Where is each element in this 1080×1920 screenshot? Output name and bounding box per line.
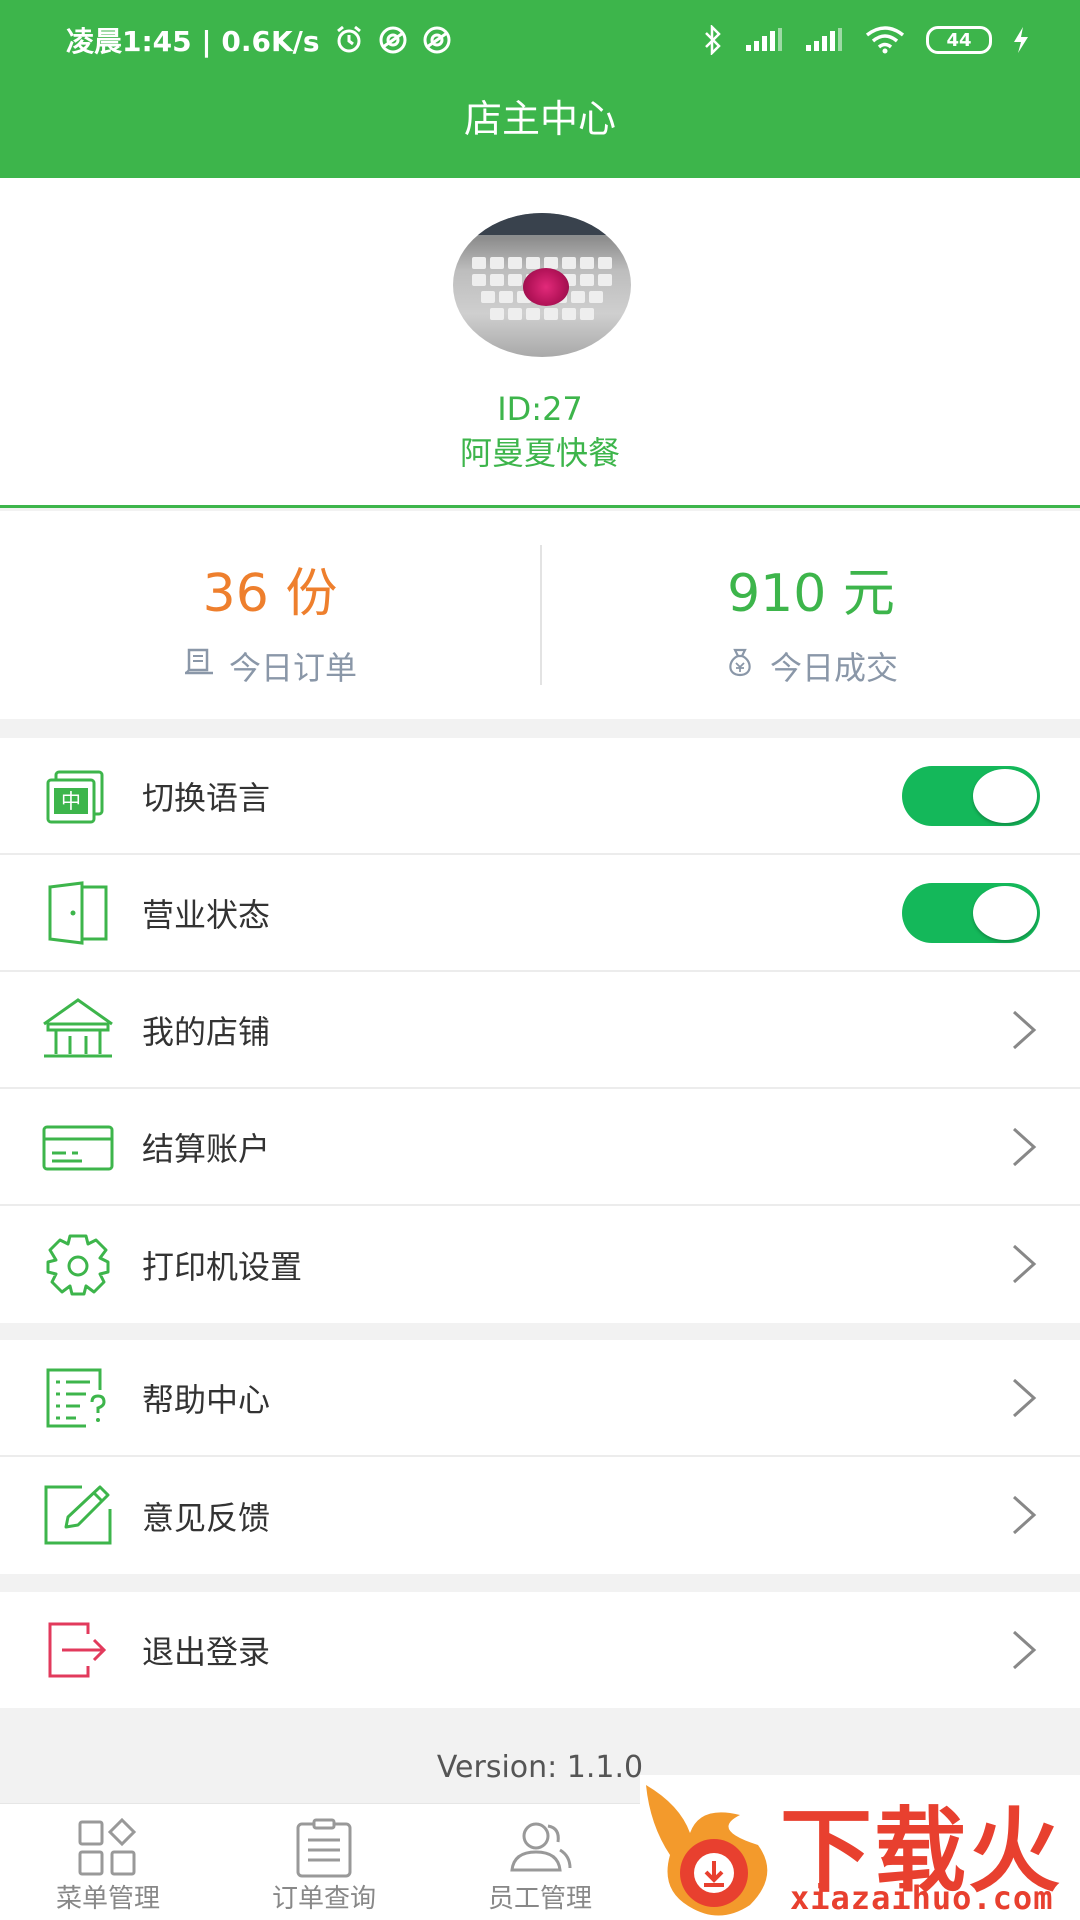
row-label-feedback: 意见反馈 <box>142 1498 271 1537</box>
language-toggle[interactable] <box>902 766 1040 826</box>
chevron-right-icon <box>1008 1630 1038 1670</box>
row-label-my-store: 我的店铺 <box>142 1012 271 1051</box>
row-label-logout: 退出登录 <box>142 1633 271 1671</box>
chevron-right-icon <box>1008 1378 1038 1418</box>
row-feedback[interactable]: 意见反馈 <box>0 1457 1080 1574</box>
tab-staff-management[interactable]: 员工管理 <box>432 1804 648 1920</box>
business-status-toggle[interactable] <box>902 883 1040 943</box>
today-revenue-stat[interactable]: 910 元 今日成交 <box>541 511 1080 719</box>
edit-icon <box>42 1483 114 1547</box>
signal-icon-2 <box>804 27 844 53</box>
today-revenue-label: 今日成交 <box>769 649 898 687</box>
battery-indicator: 44 <box>926 26 992 54</box>
today-orders-stat[interactable]: 36 份 今日订单 <box>0 511 540 719</box>
card-icon <box>42 1115 114 1179</box>
tab-label-order-query: 订单查询 <box>271 1884 376 1914</box>
chevron-right-icon <box>1008 1127 1038 1167</box>
profile-section: ID:27 阿曼夏快餐 <box>0 178 1080 508</box>
door-icon <box>42 881 114 945</box>
row-printer-settings[interactable]: 打印机设置 <box>0 1206 1080 1323</box>
status-time: 凌晨1:45 | 0.6K/s <box>66 25 320 58</box>
gear-icon <box>42 1232 114 1296</box>
row-switch-language[interactable]: 中 切换语言 <box>0 738 1080 855</box>
watermark-url: xiazaihuo.com <box>790 1879 1054 1917</box>
chevron-right-icon <box>1008 1010 1038 1050</box>
tab-label-staff-management: 员工管理 <box>487 1884 592 1914</box>
row-label-switch-language: 切换语言 <box>142 778 271 817</box>
tab-order-query[interactable]: 订单查询 <box>216 1804 432 1920</box>
money-bag-icon <box>724 646 756 686</box>
row-label-help-center: 帮助中心 <box>142 1380 271 1419</box>
settings-group-account: 退出登录 <box>0 1592 1080 1708</box>
shop-id: ID:27 <box>497 390 583 428</box>
clipboard-icon <box>292 1818 356 1878</box>
bluetooth-icon <box>702 25 724 55</box>
row-label-business-status: 营业状态 <box>142 895 271 934</box>
today-revenue-value: 910 元 <box>727 564 895 624</box>
logout-icon <box>42 1618 114 1682</box>
row-business-status[interactable]: 营业状态 <box>0 855 1080 972</box>
row-settlement-account[interactable]: 结算账户 <box>0 1089 1080 1206</box>
grid-icon <box>76 1817 140 1878</box>
flame-logo-icon <box>640 1775 790 1920</box>
status-bar: 凌晨1:45 | 0.6K/s 44 <box>0 0 1080 80</box>
today-stats: 36 份 今日订单 910 元 今日成交 <box>0 511 1080 719</box>
shop-name: 阿曼夏快餐 <box>459 434 620 472</box>
app-header: 凌晨1:45 | 0.6K/s 44 店主中心 <box>0 0 1080 178</box>
language-icon: 中 <box>42 764 114 828</box>
alarm-icon <box>334 25 364 55</box>
row-label-settlement-account: 结算账户 <box>142 1129 271 1168</box>
wifi-icon <box>864 25 906 55</box>
settings-group-support: 帮助中心 意见反馈 <box>0 1340 1080 1574</box>
tab-menu-management[interactable]: 菜单管理 <box>0 1804 216 1920</box>
row-label-printer-settings: 打印机设置 <box>142 1247 303 1286</box>
chevron-right-icon <box>1008 1495 1038 1535</box>
notification-icon-2 <box>422 25 452 55</box>
row-my-store[interactable]: 我的店铺 <box>0 972 1080 1089</box>
svg-text:中: 中 <box>61 789 81 813</box>
today-orders-value: 36 份 <box>202 564 338 624</box>
store-icon <box>42 998 114 1062</box>
charging-icon <box>1012 26 1030 54</box>
staff-icon <box>508 1818 572 1878</box>
signal-icon <box>744 27 784 53</box>
avatar[interactable] <box>453 213 631 357</box>
watermark: 下载火 xiazaihuo.com <box>640 1775 1080 1920</box>
row-logout[interactable]: 退出登录 <box>0 1592 1080 1708</box>
notification-icon <box>378 25 408 55</box>
tab-label-menu-management: 菜单管理 <box>55 1884 160 1914</box>
settings-group-main: 中 切换语言 营业状态 我的店铺 结算账户 打印机设置 <box>0 738 1080 1323</box>
page-title: 店主中心 <box>463 97 616 141</box>
order-book-icon <box>183 647 215 685</box>
chevron-right-icon <box>1008 1244 1038 1284</box>
help-list-icon <box>42 1366 114 1430</box>
today-orders-label: 今日订单 <box>228 649 357 687</box>
row-help-center[interactable]: 帮助中心 <box>0 1340 1080 1457</box>
